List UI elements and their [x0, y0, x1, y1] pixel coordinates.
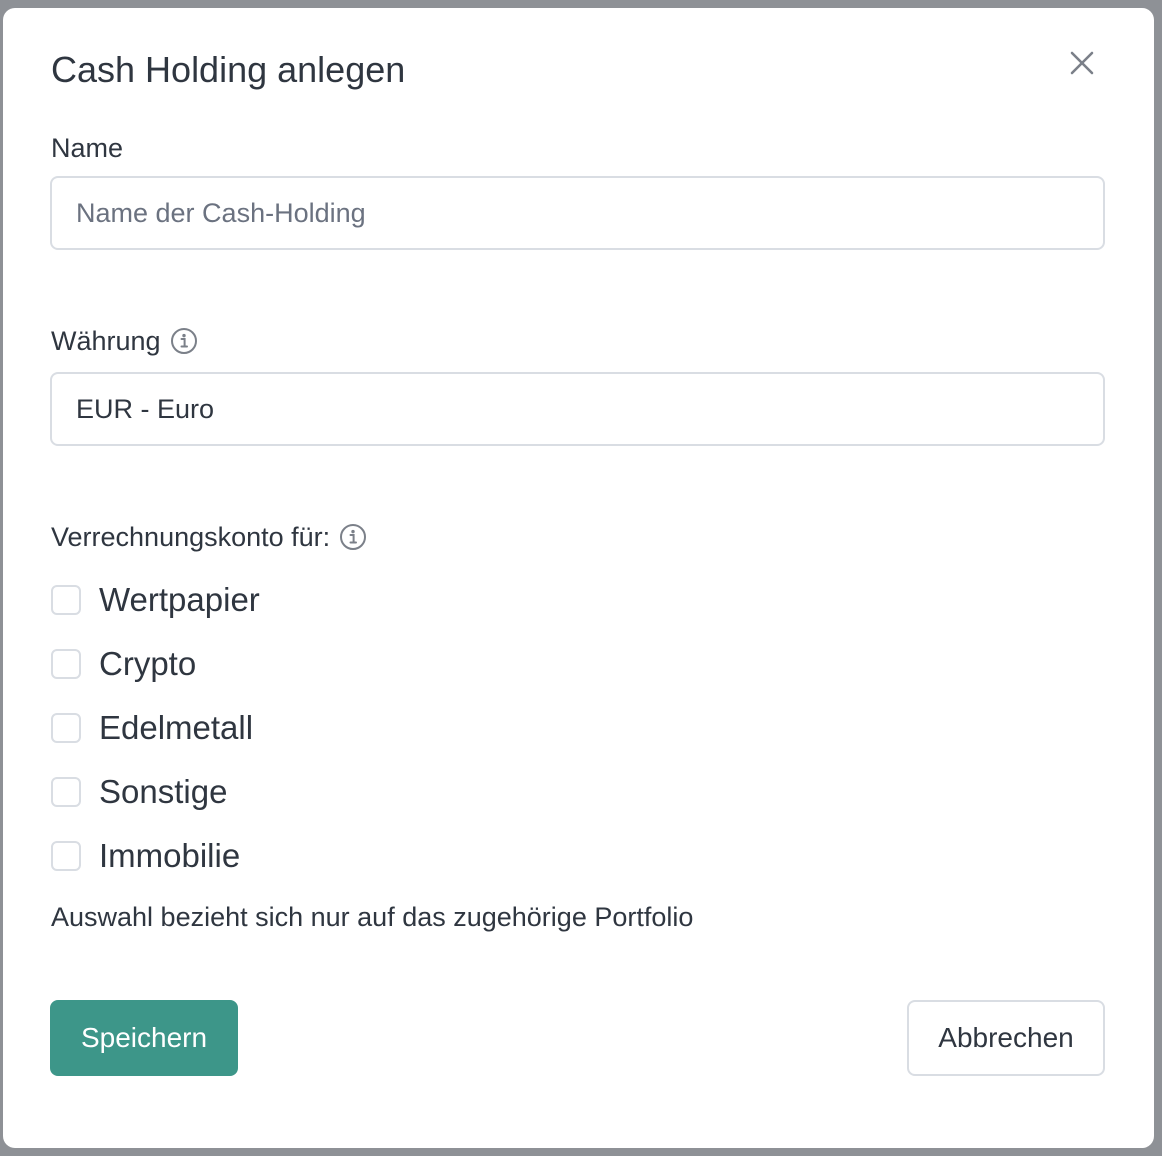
currency-select-value: EUR - Euro	[76, 393, 215, 424]
close-button[interactable]	[1067, 48, 1097, 78]
checkbox-immobilie[interactable]	[51, 841, 81, 871]
clearing-account-label: Verrechnungskonto für:	[51, 521, 367, 553]
save-button[interactable]: Speichern	[50, 1000, 238, 1076]
checkbox-label-sonstige: Sonstige	[99, 773, 228, 810]
checkbox-label-immobilie: Immobilie	[99, 837, 241, 874]
cancel-button[interactable]: Abbrechen	[907, 1000, 1105, 1076]
checkbox-label-crypto: Crypto	[99, 645, 197, 682]
checkbox-row-sonstige[interactable]: Sonstige	[51, 772, 227, 812]
clearing-account-hint: Auswahl bezieht sich nur auf das zugehör…	[51, 902, 694, 932]
currency-label: Währung	[51, 325, 198, 357]
clearing-account-label-text: Verrechnungskonto für:	[51, 522, 331, 552]
name-input[interactable]	[50, 176, 1105, 250]
checkbox-row-wertpapier[interactable]: Wertpapier	[51, 580, 260, 620]
checkbox-row-immobilie[interactable]: Immobilie	[51, 836, 240, 876]
info-icon[interactable]	[339, 523, 367, 551]
checkbox-sonstige[interactable]	[51, 777, 81, 807]
currency-label-text: Währung	[51, 326, 161, 356]
currency-select[interactable]: EUR - Euro	[50, 372, 1105, 446]
name-label: Name	[51, 132, 123, 164]
checkbox-label-edelmetall: Edelmetall	[99, 709, 254, 746]
close-icon	[1070, 51, 1094, 75]
create-cash-holding-dialog: Cash Holding anlegen Name Währung EUR - …	[3, 8, 1154, 1148]
info-icon[interactable]	[170, 327, 198, 355]
checkbox-edelmetall[interactable]	[51, 713, 81, 743]
checkbox-crypto[interactable]	[51, 649, 81, 679]
checkbox-wertpapier[interactable]	[51, 585, 81, 615]
dialog-title: Cash Holding anlegen	[51, 49, 406, 90]
checkbox-row-crypto[interactable]: Crypto	[51, 644, 196, 684]
checkbox-label-wertpapier: Wertpapier	[99, 581, 260, 618]
name-label-text: Name	[51, 133, 124, 163]
checkbox-row-edelmetall[interactable]: Edelmetall	[51, 708, 253, 748]
